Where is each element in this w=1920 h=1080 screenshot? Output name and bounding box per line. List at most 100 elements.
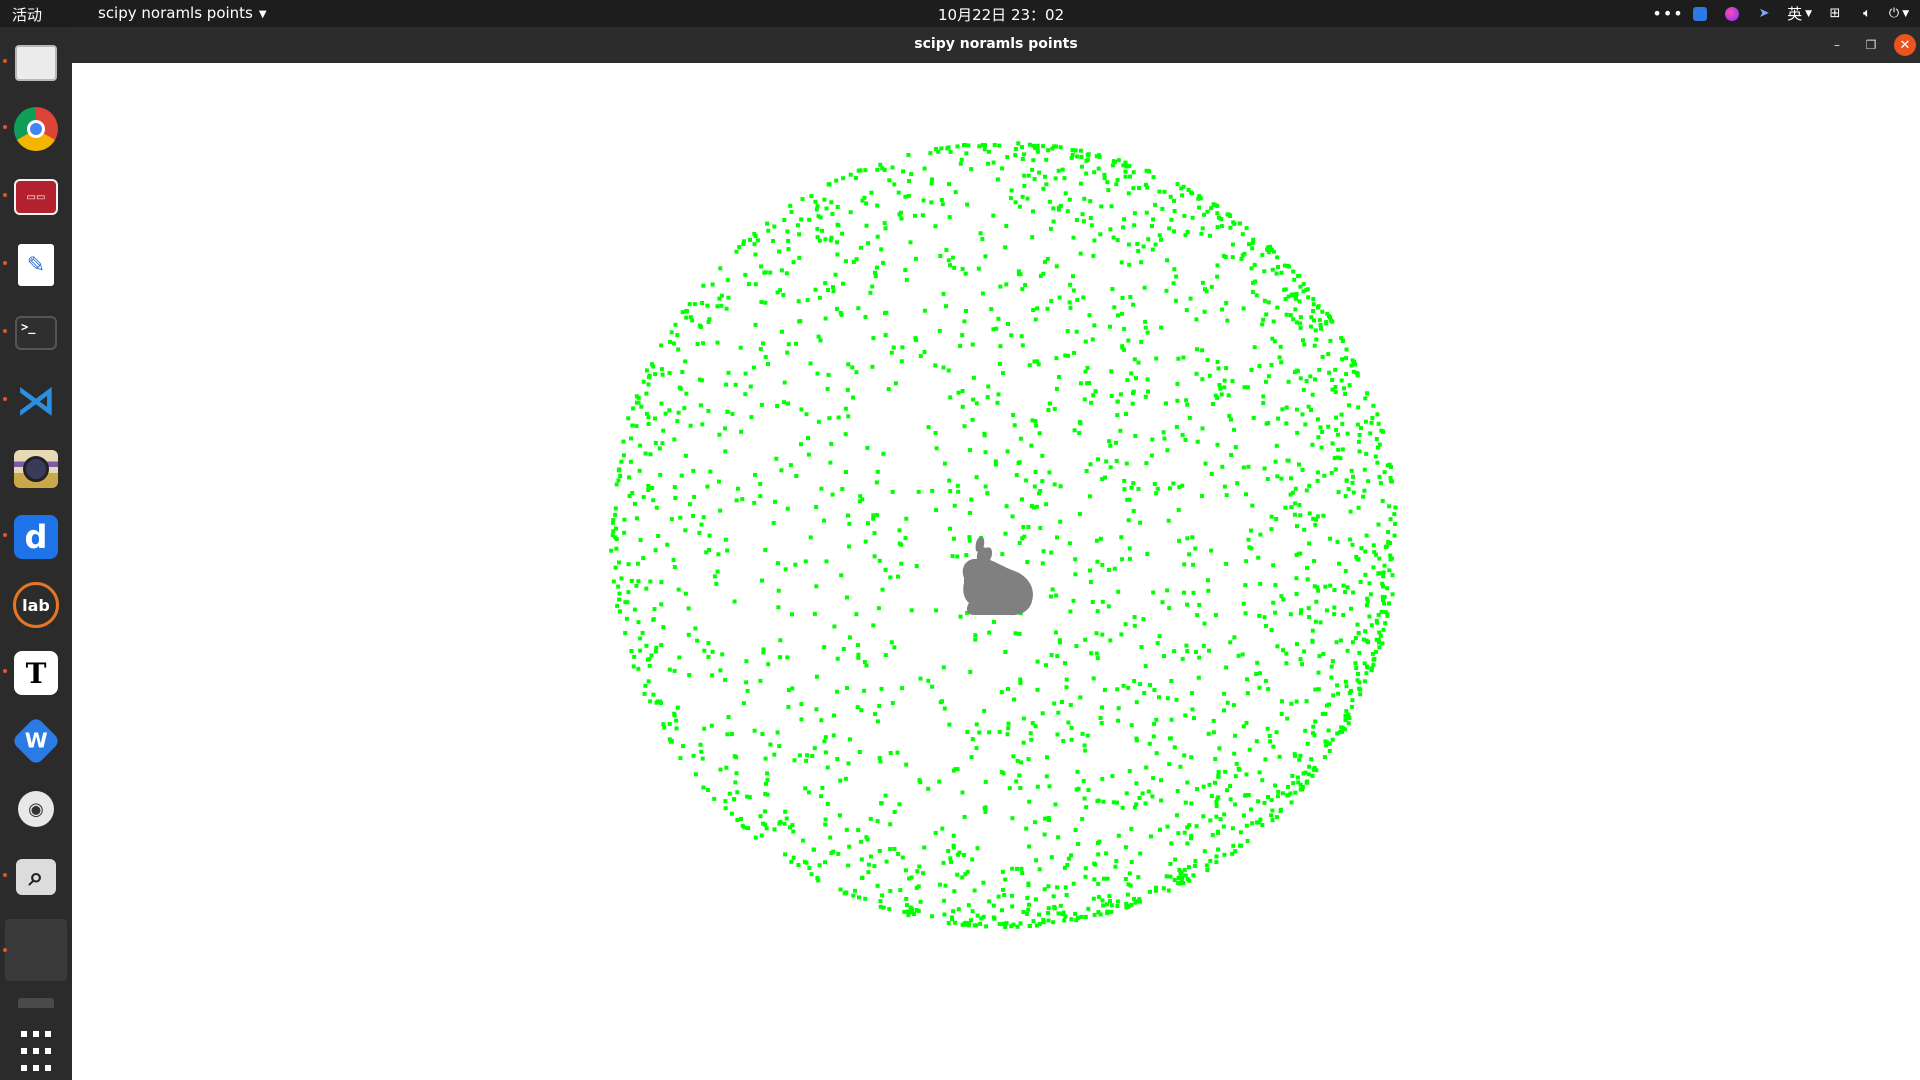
point [1275,305,1280,310]
point [726,715,731,719]
point [1069,853,1073,858]
point [1194,317,1199,322]
point [654,645,659,650]
point [1128,174,1132,179]
point [1283,505,1288,510]
tray-app-blue[interactable] [1691,5,1709,23]
app-menu[interactable]: scipy noramls points ▼ [98,4,267,22]
dock-item-jupyterlab[interactable]: lab [10,579,62,631]
point [1190,691,1194,696]
render-viewport[interactable] [72,63,1920,1080]
point [645,657,650,662]
telegram-icon[interactable]: ➤ [1755,5,1773,23]
dock-item-files[interactable] [3,37,62,89]
point [1329,675,1334,680]
point [1080,212,1085,217]
point-cloud-canvas[interactable] [72,63,1920,1080]
point [743,392,748,397]
point [1260,823,1265,827]
point [1368,592,1373,597]
point [1225,700,1230,705]
power-icon[interactable]: ⏻ ▼ [1889,5,1909,23]
dock-item-wps[interactable]: W [10,715,62,767]
point [1388,476,1393,480]
point [648,579,653,584]
point [825,386,830,391]
point [671,341,676,346]
dock-item-small-app[interactable] [10,993,62,1013]
dock-item-eye-app[interactable]: ◉ [10,783,62,835]
dock-item-camera[interactable] [10,443,62,495]
point [1026,173,1031,178]
activities-button[interactable]: 活动 [12,4,42,25]
point [1040,479,1045,484]
point [686,632,691,637]
dock-item-typora[interactable]: T [3,647,62,699]
close-button[interactable]: ✕ [1894,34,1916,56]
dock-item-vscode[interactable]: ⋊ [3,375,62,427]
point [1161,886,1166,891]
point [1257,364,1262,369]
window-titlebar[interactable]: scipy noramls points – ❐ ✕ [72,27,1920,63]
point [1340,421,1345,426]
point [835,689,839,694]
dock-item-remote-viewer[interactable]: ▭▭ [3,171,62,223]
point [1184,643,1189,648]
dock-item-active-window[interactable] [3,919,67,981]
point [1131,481,1136,486]
point [1206,731,1211,736]
point [956,907,961,912]
point [1115,238,1120,243]
point [698,403,703,408]
point [1344,684,1349,689]
point [1034,423,1039,428]
dock-item-image-viewer[interactable]: ⌕ [3,851,62,903]
point [989,307,994,312]
point [888,822,893,827]
point [844,827,849,832]
point [723,449,728,454]
point [1132,896,1136,901]
point [1341,583,1346,588]
point [1001,887,1005,892]
clock[interactable]: 10月22日 23：02 [938,4,1064,25]
volume-icon[interactable]: 🔈︎ [1858,5,1876,23]
point [1344,356,1349,361]
point [1218,386,1223,391]
tray-app-purple[interactable] [1723,5,1741,23]
show-apps-button[interactable] [10,1025,62,1077]
point [1016,269,1021,274]
point [818,338,823,343]
point [1233,445,1238,450]
point [1116,158,1121,163]
point [1331,693,1336,698]
point [707,547,711,552]
point [888,575,893,580]
typora-icon: T [14,651,58,695]
maximize-button[interactable]: ❐ [1860,34,1882,56]
point [796,299,801,304]
input-method-indicator[interactable]: 英 ▼ [1787,5,1812,23]
point [1367,614,1372,619]
point [1202,309,1207,314]
point [1253,279,1258,284]
point [1310,442,1315,447]
point [627,475,631,480]
point [1031,919,1036,924]
dock-item-text-editor[interactable]: ✎ [3,239,62,291]
running-indicator [3,193,7,197]
point [1275,255,1280,260]
dock-item-terminal[interactable]: >_ [3,307,62,359]
point [1111,235,1116,240]
dock-item-chrome[interactable] [3,103,62,155]
network-icon[interactable]: ⊞ [1826,5,1844,23]
minimize-button[interactable]: – [1826,34,1848,56]
point [1302,649,1307,654]
point [1359,546,1364,551]
point [1175,381,1180,386]
dock-item-d-app[interactable]: d [3,511,62,563]
more-icon[interactable]: ••• [1652,4,1682,23]
point [1381,627,1386,632]
point [631,664,636,669]
point [1103,475,1107,480]
